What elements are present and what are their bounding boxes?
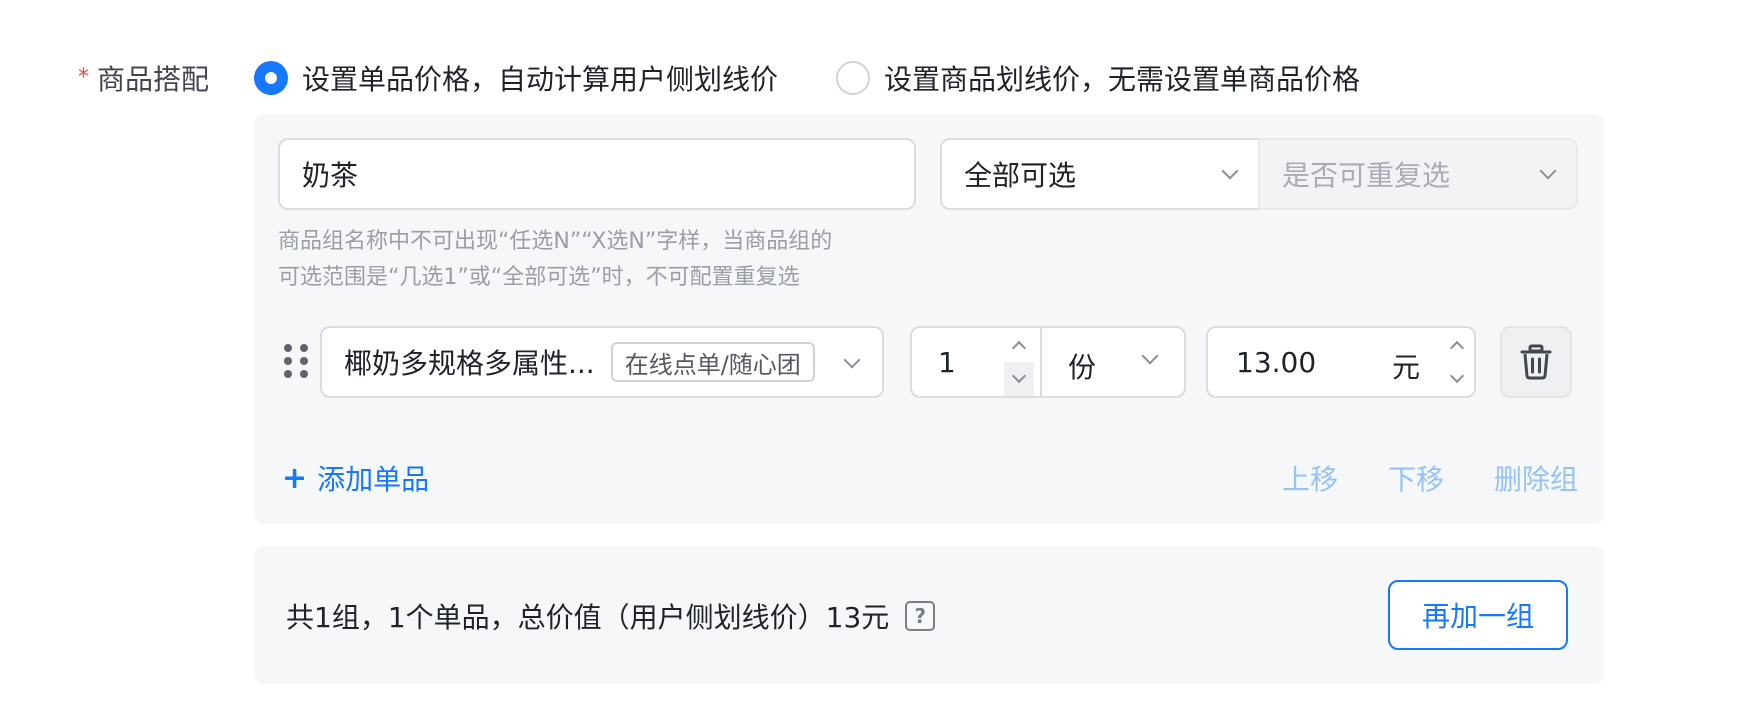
repeat-select[interactable]: 是否可重复选 bbox=[1258, 138, 1578, 210]
delete-group-button[interactable]: 删除组 bbox=[1494, 458, 1578, 498]
radio-label: 设置商品划线价，无需设置单商品价格 bbox=[884, 63, 1361, 96]
price-input[interactable]: 13.00 元 bbox=[1206, 326, 1476, 398]
field-label-row: * 商品搭配 bbox=[78, 58, 209, 98]
decrement-button[interactable] bbox=[1004, 362, 1034, 396]
move-down-button[interactable]: 下移 bbox=[1388, 458, 1444, 498]
chevron-down-icon bbox=[1539, 162, 1557, 180]
price-step-buttons bbox=[1442, 328, 1472, 396]
radio-set-strike-price[interactable]: 设置商品划线价，无需设置单商品价格 bbox=[836, 58, 1360, 98]
plus-icon: + bbox=[282, 460, 308, 496]
drag-handle-icon[interactable] bbox=[284, 344, 310, 378]
chevron-down-icon bbox=[1141, 347, 1159, 365]
increment-button[interactable] bbox=[1004, 328, 1034, 362]
group-name-input-wrapper bbox=[278, 138, 916, 210]
hint-line: 可选范围是“几选1”或“全部可选”时，不可配置重复选 bbox=[278, 265, 800, 290]
chevron-down-icon bbox=[1449, 368, 1465, 384]
radio-label: 设置单品价格，自动计算用户侧划线价 bbox=[302, 63, 779, 96]
price-increment-button[interactable] bbox=[1442, 328, 1472, 362]
product-select[interactable]: 椰奶多规格多属性... 在线点单/随心团 bbox=[320, 326, 884, 398]
chevron-up-icon bbox=[1449, 340, 1465, 356]
divider bbox=[1040, 328, 1042, 396]
radio-unchecked-icon bbox=[836, 61, 870, 95]
chevron-up-icon bbox=[1011, 340, 1027, 356]
add-item-button[interactable]: + 添加单品 bbox=[282, 458, 429, 498]
radio-set-item-price[interactable]: 设置单品价格，自动计算用户侧划线价 bbox=[254, 58, 778, 98]
selection-mode-select[interactable]: 全部可选 bbox=[940, 138, 1260, 210]
add-group-button[interactable]: 再加一组 bbox=[1388, 580, 1568, 650]
quantity-stepper[interactable]: 1 份 bbox=[910, 326, 1186, 398]
product-tag: 在线点单/随心团 bbox=[610, 342, 815, 382]
chevron-down-icon bbox=[843, 351, 861, 369]
summary-text: 共1组，1个单品，总价值（用户侧划线价）13元 bbox=[286, 601, 890, 634]
group-name-hint: 商品组名称中不可出现“任选N”“X选N”字样，当商品组的 可选范围是“几选1”或… bbox=[278, 224, 918, 296]
price-unit: 元 bbox=[1392, 351, 1421, 384]
quantity-step-buttons bbox=[1004, 328, 1034, 396]
chevron-down-icon bbox=[1221, 162, 1239, 180]
help-icon[interactable]: ? bbox=[905, 601, 936, 631]
quantity-unit-select[interactable]: 份 bbox=[1068, 346, 1096, 386]
move-up-button[interactable]: 上移 bbox=[1282, 458, 1338, 498]
price-value[interactable]: 13.00 bbox=[1236, 346, 1316, 379]
chevron-down-icon bbox=[1011, 368, 1027, 384]
group-name-input[interactable] bbox=[302, 157, 914, 191]
summary-line: 共1组，1个单品，总价值（用户侧划线价）13元 ? bbox=[286, 596, 936, 636]
delete-item-button[interactable] bbox=[1500, 326, 1572, 398]
price-decrement-button[interactable] bbox=[1442, 362, 1472, 396]
hint-line: 商品组名称中不可出现“任选N”“X选N”字样，当商品组的 bbox=[278, 229, 833, 254]
quantity-value[interactable]: 1 bbox=[938, 346, 956, 379]
add-item-label: 添加单品 bbox=[317, 463, 430, 496]
product-name: 椰奶多规格多属性... bbox=[344, 347, 595, 380]
field-label: 商品搭配 bbox=[97, 63, 210, 96]
trash-icon bbox=[1520, 344, 1552, 380]
radio-checked-icon bbox=[254, 61, 288, 95]
required-mark: * bbox=[78, 65, 89, 90]
selection-mode-value: 全部可选 bbox=[964, 159, 1077, 192]
repeat-select-placeholder: 是否可重复选 bbox=[1282, 159, 1451, 192]
